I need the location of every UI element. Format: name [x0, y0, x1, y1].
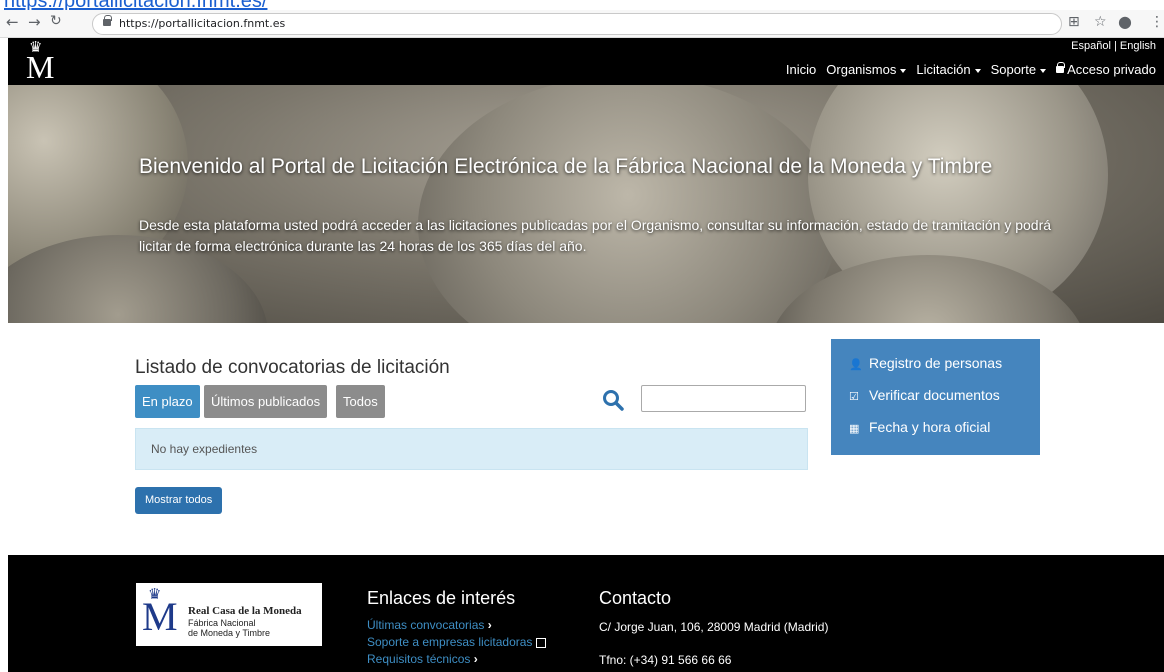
language-switcher: Español | English — [1071, 40, 1156, 52]
nav-soporte[interactable]: Soporte — [991, 62, 1047, 77]
footer-link-label: Requisitos técnicos — [367, 652, 471, 666]
logo-letter: M — [26, 49, 55, 85]
lang-en-link[interactable]: English — [1120, 40, 1156, 52]
address-bar-url[interactable]: https://portallicitacion.fnmt.es — [119, 17, 285, 30]
footer-link-soporte[interactable]: Soporte a empresas licitadoras — [367, 635, 547, 649]
quick-links-panel: 👤 Registro de personas ☑ Verificar documen… — [831, 339, 1040, 455]
nav-soporte-label: Soporte — [990, 62, 1037, 77]
chevron-right-icon: › — [473, 652, 478, 666]
footer-logo-name: Real Casa de la Moneda — [188, 605, 302, 617]
caret-down-icon — [1040, 68, 1047, 73]
footer-link-label: Soporte a empresas licitadoras — [367, 635, 533, 649]
contact-phone: Tfno: (+34) 91 566 66 66 — [599, 653, 732, 667]
registro-personas-label: Registro de personas — [869, 355, 1003, 371]
caret-down-icon — [974, 68, 981, 73]
empty-results-text: No hay expedientes — [151, 442, 258, 456]
hero-title: Bienvenido al Portal de Licitación Elect… — [139, 155, 993, 178]
nav-organismos-label: Organismos — [826, 62, 897, 77]
lock-icon — [103, 15, 112, 26]
coin-image — [418, 85, 838, 323]
lang-es-link[interactable]: Español — [1071, 40, 1111, 52]
nav-acceso-privado[interactable]: Acceso privado — [1056, 62, 1156, 77]
footer-logo-sub2: de Moneda y Timbre — [188, 628, 271, 638]
browser-toolbar: ← → ↻ https://portallicitacion.fnmt.es ⊞… — [0, 10, 1164, 38]
lock-icon — [1056, 62, 1066, 74]
external-link-icon — [536, 637, 547, 648]
show-all-button[interactable]: Mostrar todos — [135, 487, 223, 514]
profile-icon[interactable]: ● — [1118, 12, 1132, 31]
search-icon[interactable] — [602, 389, 624, 411]
user-icon: 👤 — [849, 358, 863, 371]
translate-icon[interactable]: ⊞ — [1068, 14, 1080, 30]
footer-logo[interactable]: ♛ M Real Casa de la Moneda Fábrica Nacio… — [136, 583, 322, 646]
tab-ultimos-publicados[interactable]: Últimos publicados — [204, 385, 328, 418]
forward-icon[interactable]: → — [28, 13, 41, 31]
tab-todos[interactable]: Todos — [336, 385, 385, 418]
verificar-documentos-link[interactable]: ☑ Verificar documentos — [849, 387, 1000, 403]
footer-logo-letter: M — [142, 594, 178, 639]
empty-results-alert: No hay expedientes — [135, 428, 808, 470]
fecha-hora-oficial-label: Fecha y hora oficial — [869, 419, 991, 435]
menu-dots-icon[interactable]: ⋮ — [1150, 14, 1164, 30]
nav-licitacion[interactable]: Licitación — [916, 62, 981, 77]
hero-banner: Bienvenido al Portal de Licitación Elect… — [8, 85, 1164, 323]
tab-en-plazo[interactable]: En plazo — [135, 385, 200, 418]
footer-link-label: Últimas convocatorias — [367, 618, 485, 632]
calendar-icon: ▦ — [849, 422, 860, 435]
address-bar[interactable]: https://portallicitacion.fnmt.es — [92, 13, 1062, 35]
main-nav: Inicio Organismos Licitación Soporte Acc… — [776, 62, 1156, 77]
page-title: Listado de convocatorias de licitación — [135, 357, 450, 378]
footer-link-ultimas-convocatorias[interactable]: Últimas convocatorias › — [367, 618, 492, 632]
nav-organismos[interactable]: Organismos — [826, 62, 907, 77]
hero-subtitle: Desde esta plataforma usted podrá accede… — [139, 217, 1052, 254]
footer-link-requisitos[interactable]: Requisitos técnicos › — [367, 652, 478, 666]
fecha-hora-oficial-link[interactable]: ▦ Fecha y hora oficial — [849, 419, 990, 435]
registro-personas-link[interactable]: 👤 Registro de personas — [849, 355, 1002, 371]
verificar-documentos-label: Verificar documentos — [869, 387, 1000, 403]
bookmark-star-icon[interactable]: ☆ — [1094, 14, 1107, 30]
fnmt-logo[interactable]: ♛ M — [24, 40, 56, 84]
search-input[interactable] — [641, 385, 806, 412]
nav-acceso-label: Acceso privado — [1067, 62, 1156, 77]
checkbox-icon: ☑ — [849, 390, 859, 403]
footer-logo-sub1: Fábrica Nacional — [188, 618, 256, 628]
chevron-right-icon: › — [487, 618, 492, 632]
nav-licitacion-label: Licitación — [916, 62, 971, 77]
back-icon[interactable]: ← — [6, 13, 19, 31]
footer-contact-title: Contacto — [599, 588, 672, 608]
site-header: ♛ M Español | English Inicio Organismos … — [8, 38, 1164, 85]
caret-down-icon — [900, 68, 907, 73]
site-footer: ♛ M Real Casa de la Moneda Fábrica Nacio… — [8, 555, 1164, 672]
contact-address: C/ Jorge Juan, 106, 28009 Madrid (Madrid… — [599, 620, 829, 634]
reload-icon[interactable]: ↻ — [50, 13, 62, 29]
lang-separator: | — [1114, 40, 1117, 52]
footer-links-title: Enlaces de interés — [367, 588, 516, 608]
nav-inicio[interactable]: Inicio — [786, 62, 816, 77]
